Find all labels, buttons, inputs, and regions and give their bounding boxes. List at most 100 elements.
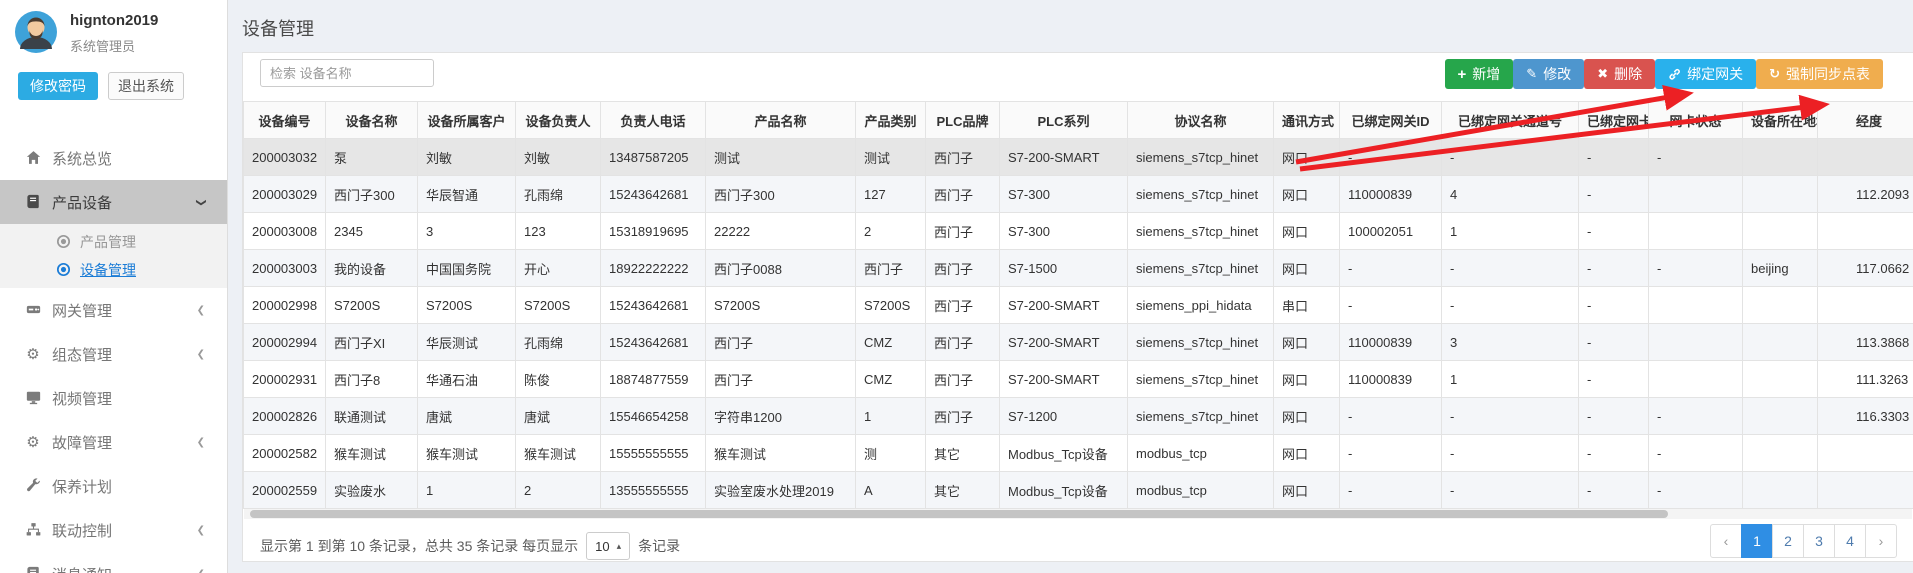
sidebar-item-system-overview[interactable]: 系统总览 bbox=[0, 136, 227, 180]
sidebar-subitem-product-management[interactable]: 产品管理 bbox=[0, 228, 227, 256]
table-cell: 1 bbox=[418, 472, 516, 509]
add-button[interactable]: +新增 bbox=[1445, 59, 1514, 89]
page-button-1[interactable]: 1 bbox=[1741, 524, 1773, 558]
table-cell: 网口 bbox=[1274, 139, 1340, 176]
table-row[interactable]: 200002582猴车测试猴车测试猴车测试15555555555猴车测试测其它M… bbox=[244, 435, 1913, 472]
page-next-button[interactable]: › bbox=[1865, 524, 1897, 558]
table-cell: 18922222222 bbox=[601, 250, 706, 287]
content-card: +新增✎修改✖删除绑定网关↻强制同步点表 设备编号设备名称设备所属客户设备负责人… bbox=[242, 52, 1913, 562]
table-cell: 200003008 bbox=[244, 213, 326, 250]
bind-gateway-button[interactable]: 绑定网关 bbox=[1655, 59, 1756, 89]
table-cell: 西门子 bbox=[926, 324, 1000, 361]
table-cell: 刘敏 bbox=[516, 139, 601, 176]
table-cell: CMZ bbox=[856, 324, 926, 361]
table-cell: - bbox=[1649, 139, 1743, 176]
horizontal-scrollbar-thumb[interactable] bbox=[250, 510, 1668, 518]
logout-button[interactable]: 退出系统 bbox=[108, 72, 184, 100]
table-row[interactable]: 200003029西门子300华辰智通孔雨绵15243642681西门子3001… bbox=[244, 176, 1913, 213]
table-cell: 西门子 bbox=[926, 213, 1000, 250]
table-cell: - bbox=[1340, 250, 1442, 287]
table-cell: 西门子 bbox=[926, 176, 1000, 213]
search-input[interactable] bbox=[260, 59, 434, 87]
delete-button[interactable]: ✖删除 bbox=[1584, 59, 1655, 89]
table-cell: 唐斌 bbox=[516, 398, 601, 435]
sidebar-item-linkage-control[interactable]: 联动控制❮ bbox=[0, 508, 227, 552]
table-cell: 15546654258 bbox=[601, 398, 706, 435]
horizontal-scrollbar[interactable] bbox=[244, 509, 1912, 519]
page-button-2[interactable]: 2 bbox=[1772, 524, 1804, 558]
table-cell: CMZ bbox=[856, 361, 926, 398]
table-cell: - bbox=[1442, 398, 1579, 435]
table-row[interactable]: 200002559实验废水1213555555555实验室废水处理2019A其它… bbox=[244, 472, 1913, 509]
username: hignton2019 bbox=[70, 12, 158, 29]
sidebar-item-label: 联动控制 bbox=[52, 520, 112, 541]
sidebar-subitem-device-management[interactable]: 设备管理 bbox=[0, 256, 227, 284]
table-cell bbox=[1818, 139, 1913, 176]
table-cell: S7-200-SMART bbox=[1000, 361, 1128, 398]
sidebar-item-label: 消息通知 bbox=[52, 564, 112, 573]
chevron-left-icon: ❮ bbox=[197, 305, 205, 316]
table-row[interactable]: 2000030082345312315318919695222222西门子S7-… bbox=[244, 213, 1913, 250]
table-cell: 测试 bbox=[706, 139, 856, 176]
gears-icon: ⚙ bbox=[24, 433, 42, 451]
table-cell: 15243642681 bbox=[601, 324, 706, 361]
table-cell: 西门子 bbox=[926, 250, 1000, 287]
table-cell: siemens_s7tcp_hinet bbox=[1128, 213, 1274, 250]
edit-button[interactable]: ✎修改 bbox=[1513, 59, 1584, 89]
wrench-icon bbox=[24, 478, 42, 495]
table-cell: 孔雨绵 bbox=[516, 324, 601, 361]
table-cell: - bbox=[1579, 176, 1649, 213]
sidebar-item-config-management[interactable]: ⚙组态管理❮ bbox=[0, 332, 227, 376]
pagination: ‹1234› bbox=[1711, 524, 1897, 558]
table-cell: siemens_s7tcp_hinet bbox=[1128, 361, 1274, 398]
sidebar: hignton2019 系统管理员 修改密码 退出系统 系统总览产品设备❮产品管… bbox=[0, 0, 228, 573]
table-row[interactable]: 200003032泵刘敏刘敏13487587205测试测试西门子S7-200-S… bbox=[244, 139, 1913, 176]
link-icon bbox=[1668, 67, 1681, 82]
table-cell bbox=[1743, 324, 1818, 361]
table-cell bbox=[1818, 472, 1913, 509]
table-cell: - bbox=[1579, 324, 1649, 361]
page-prev-button[interactable]: ‹ bbox=[1710, 524, 1742, 558]
column-header: 产品名称 bbox=[706, 102, 856, 139]
table-cell: 3 bbox=[1442, 324, 1579, 361]
table-row[interactable]: 200002998S7200SS7200SS7200S15243642681S7… bbox=[244, 287, 1913, 324]
table-row[interactable]: 200003003我的设备中国国务院开心18922222222西门子0088西门… bbox=[244, 250, 1913, 287]
table-cell: 22222 bbox=[706, 213, 856, 250]
sidebar-item-label: 系统总览 bbox=[52, 148, 112, 169]
page-button-3[interactable]: 3 bbox=[1803, 524, 1835, 558]
force-sync-points-button[interactable]: ↻强制同步点表 bbox=[1756, 59, 1883, 89]
table-row[interactable]: 200002994西门子XI华辰测试孔雨绵15243642681西门子CMZ西门… bbox=[244, 324, 1913, 361]
table-cell: 网口 bbox=[1274, 398, 1340, 435]
table-cell bbox=[1649, 361, 1743, 398]
table-row[interactable]: 200002931西门子8华通石油陈俊18874877559西门子CMZ西门子S… bbox=[244, 361, 1913, 398]
sidebar-item-maintenance-plan[interactable]: 保养计划 bbox=[0, 464, 227, 508]
column-header: PLC系列 bbox=[1000, 102, 1128, 139]
table-cell: 西门子 bbox=[926, 361, 1000, 398]
table-row[interactable]: 200002826联通测试唐斌唐斌15546654258字符串12001西门子S… bbox=[244, 398, 1913, 435]
table-cell: 猴车测试 bbox=[706, 435, 856, 472]
table-cell: 猴车测试 bbox=[326, 435, 418, 472]
table-cell: 200003032 bbox=[244, 139, 326, 176]
table-cell: 13555555555 bbox=[601, 472, 706, 509]
table-cell bbox=[1649, 324, 1743, 361]
chevron-left-icon: ❮ bbox=[197, 569, 205, 573]
sidebar-item-fault-management[interactable]: ⚙故障管理❮ bbox=[0, 420, 227, 464]
gateway-icon bbox=[24, 302, 42, 319]
table-cell: - bbox=[1442, 287, 1579, 324]
table-cell: 联通测试 bbox=[326, 398, 418, 435]
change-password-button[interactable]: 修改密码 bbox=[18, 72, 98, 100]
sidebar-item-gateway-management[interactable]: 网关管理❮ bbox=[0, 288, 227, 332]
page-title: 设备管理 bbox=[228, 0, 1913, 41]
sidebar-item-product-device[interactable]: 产品设备❮ bbox=[0, 180, 227, 224]
table-cell bbox=[1743, 287, 1818, 324]
sidebar-item-label: 产品设备 bbox=[52, 192, 112, 213]
sidebar-item-video-management[interactable]: 视频管理 bbox=[0, 376, 227, 420]
table-cell: siemens_s7tcp_hinet bbox=[1128, 139, 1274, 176]
table-cell bbox=[1743, 472, 1818, 509]
sidebar-item-message-notify[interactable]: 消息通知 ❮ bbox=[0, 552, 227, 573]
page-button-4[interactable]: 4 bbox=[1834, 524, 1866, 558]
page-size-select[interactable]: 10 ▴ bbox=[586, 532, 630, 560]
table-cell: 111.3263 bbox=[1818, 361, 1913, 398]
table-cell: 实验室废水处理2019 bbox=[706, 472, 856, 509]
table-cell: 陈俊 bbox=[516, 361, 601, 398]
